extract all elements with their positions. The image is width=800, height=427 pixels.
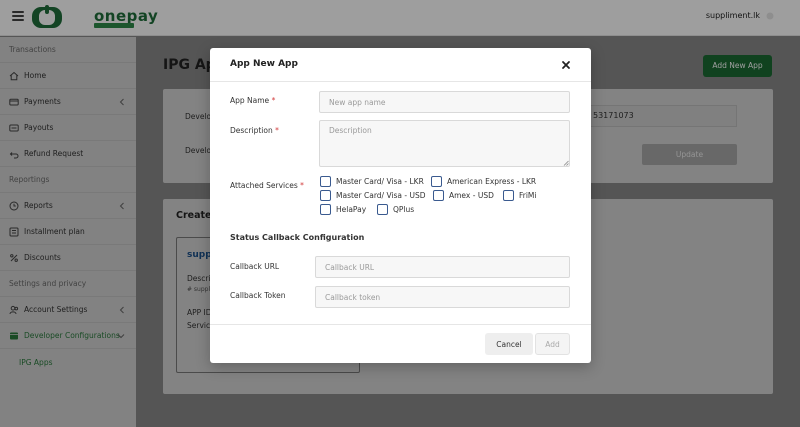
service-label: Amex - USD [449, 191, 494, 200]
close-icon[interactable] [560, 59, 572, 71]
resize-grip-icon[interactable] [563, 160, 569, 166]
app-name-label-text: App Name [230, 96, 270, 105]
add-button[interactable]: Add [535, 333, 570, 355]
service-checkbox-mastercard-usd[interactable]: Master Card/ Visa - USD [320, 190, 426, 201]
checkbox[interactable] [431, 176, 442, 187]
service-label: QPlus [393, 205, 415, 214]
callback-url-label: Callback URL [230, 262, 280, 271]
app-name-label: App Name * [230, 96, 275, 105]
callback-token-label: Callback Token [230, 291, 286, 300]
checkbox[interactable] [433, 190, 444, 201]
checkbox[interactable] [320, 204, 331, 215]
checkbox[interactable] [320, 190, 331, 201]
service-checkbox-mastercard-lkr[interactable]: Master Card/ Visa - LKR [320, 176, 424, 187]
service-checkbox-amex-lkr[interactable]: American Express - LKR [431, 176, 536, 187]
required-mark: * [300, 181, 304, 190]
modal-header: App New App [210, 48, 591, 82]
service-label: FriMi [519, 191, 537, 200]
attached-services-label-text: Attached Services [230, 181, 298, 190]
app-name-input[interactable] [319, 91, 570, 113]
checkbox[interactable] [377, 204, 388, 215]
description-textarea[interactable] [319, 120, 570, 167]
required-mark: * [271, 96, 276, 105]
description-label-text: Description [230, 126, 273, 135]
cancel-button[interactable]: Cancel [485, 333, 533, 355]
attached-services-label: Attached Services * [230, 181, 304, 190]
service-label: HelaPay [336, 205, 367, 214]
service-label: American Express - LKR [447, 177, 537, 186]
modal-title: App New App [230, 59, 298, 69]
checkbox[interactable] [503, 190, 514, 201]
service-checkbox-qplus[interactable]: QPlus [377, 204, 414, 215]
required-mark: * [275, 126, 279, 135]
service-checkbox-helapay[interactable]: HelaPay [320, 204, 366, 215]
checkbox[interactable] [320, 176, 331, 187]
service-checkbox-frimi[interactable]: FriMi [503, 190, 537, 201]
callback-section-title: Status Callback Configuration [230, 233, 365, 242]
callback-token-input[interactable] [315, 286, 570, 308]
service-label: Master Card/ Visa - USD [336, 191, 426, 200]
description-label: Description * [230, 126, 279, 135]
modal-footer-divider [210, 324, 591, 325]
new-app-modal: App New App App Name * Description * Att… [210, 48, 591, 363]
callback-url-input[interactable] [315, 256, 570, 278]
service-label: Master Card/ Visa - LKR [336, 177, 424, 186]
service-checkbox-amex-usd[interactable]: Amex - USD [433, 190, 494, 201]
